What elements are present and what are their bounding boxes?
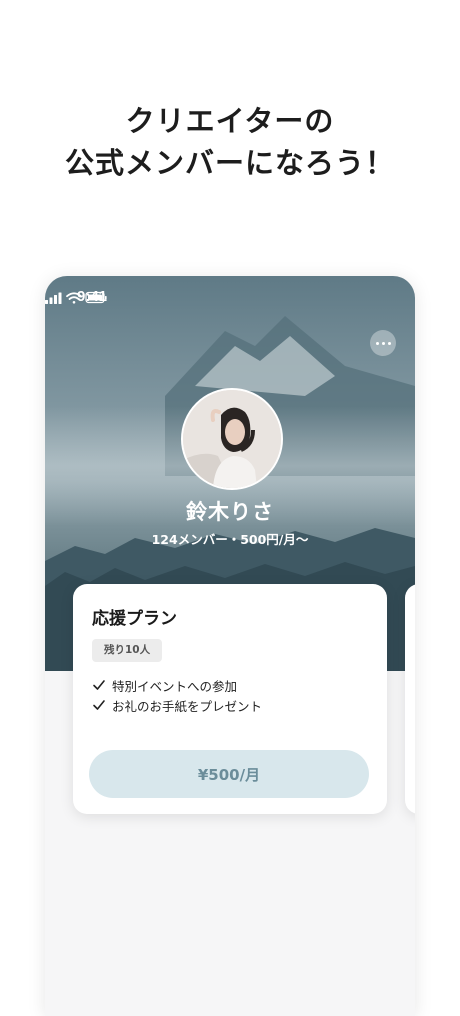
headline-line-2: 公式メンバーになろう！: [64, 146, 395, 180]
remaining-badge: 残り10人: [92, 639, 163, 662]
headline-line-1: クリエイターの: [125, 104, 335, 138]
benefit-item: お礼のお手紙をプレゼント: [92, 695, 262, 715]
plan-title: 応援プラン: [92, 609, 177, 629]
check-icon: [93, 700, 105, 710]
benefit-label: 特別イベントへの参加: [112, 678, 238, 694]
avatar-photo: [183, 390, 281, 488]
signal-icon: [45, 292, 62, 304]
wifi-icon: [66, 292, 82, 304]
benefit-list: 特別イベントへの参加 お礼のお手紙をプレゼント: [92, 675, 262, 715]
status-bar: 9:41: [45, 288, 415, 308]
check-icon: [93, 680, 105, 690]
join-plan-button[interactable]: ¥500/月: [89, 750, 369, 798]
battery-icon: [85, 291, 107, 304]
next-plan-card-peek[interactable]: [405, 584, 415, 814]
creator-meta: 124メンバー・500円/月〜: [151, 532, 309, 547]
avatar[interactable]: [181, 388, 283, 490]
creator-name: 鈴木りさ: [186, 500, 274, 524]
more-horizontal-icon: [375, 341, 379, 345]
benefit-item: 特別イベントへの参加: [92, 675, 262, 695]
more-options-button[interactable]: [370, 330, 396, 356]
plan-card[interactable]: 応援プラン 残り10人 特別イベントへの参加 お礼のお手紙をプレゼント ¥500…: [73, 584, 387, 814]
status-icons: [45, 291, 107, 304]
benefit-label: お礼のお手紙をプレゼント: [112, 698, 263, 714]
phone-frame: 9:41: [45, 276, 415, 1016]
promo-headline: クリエイターの 公式メンバーになろう！: [0, 100, 460, 184]
